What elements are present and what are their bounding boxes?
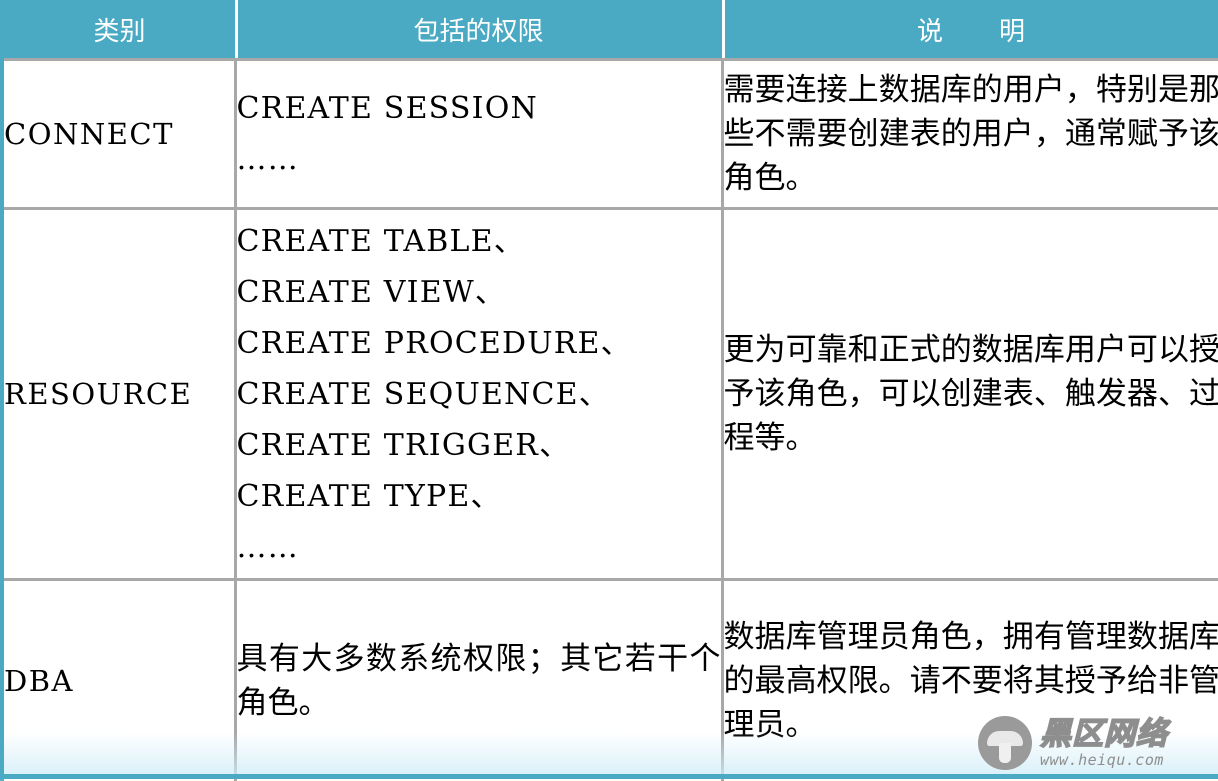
column-header-description-right: 明: [999, 17, 1025, 47]
header-row: 类别 包括的权限 说明: [2, 0, 1218, 60]
role-name-dba: DBA: [4, 664, 74, 698]
cell-description-connect: 需要连接上数据库的用户，特别是那些不需要创建表的用户，通常赋予该角色。: [722, 60, 1218, 209]
cell-category-dba: DBA: [2, 580, 235, 781]
list-item: ……: [237, 522, 721, 573]
cell-privileges-resource: CREATE TABLE、 CREATE VIEW、 CREATE PROCED…: [235, 209, 722, 580]
list-item: CREATE SEQUENCE、: [237, 369, 721, 420]
cell-privileges-dba: 具有大多数系统权限；其它若干个角色。: [235, 580, 722, 781]
table-row: RESOURCE CREATE TABLE、 CREATE VIEW、 CREA…: [2, 209, 1218, 580]
list-item: CREATE VIEW、: [237, 267, 721, 318]
table-row: DBA 具有大多数系统权限；其它若干个角色。 数据库管理员角色，拥有管理数据库的…: [2, 580, 1218, 781]
table-bottom-accent-rule: [0, 774, 1218, 779]
table-header: 类别 包括的权限 说明: [2, 0, 1218, 60]
role-description-resource: 更为可靠和正式的数据库用户可以授予该角色，可以创建表、触发器、过程等。: [724, 328, 1218, 460]
column-header-description-left: 说: [917, 17, 943, 47]
page-root: 类别 包括的权限 说明 CONNECT CREATE SESSION …… 需要…: [0, 0, 1218, 779]
column-header-category: 类别: [2, 0, 235, 60]
list-item: CREATE TRIGGER、: [237, 420, 721, 471]
column-header-description: 说明: [722, 0, 1218, 60]
cell-category-resource: RESOURCE: [2, 209, 235, 580]
list-item: CREATE TABLE、: [237, 216, 721, 267]
list-item: CREATE TYPE、: [237, 471, 721, 522]
role-name-resource: RESOURCE: [4, 377, 192, 411]
privilege-list-resource: CREATE TABLE、 CREATE VIEW、 CREATE PROCED…: [237, 216, 721, 573]
cell-description-resource: 更为可靠和正式的数据库用户可以授予该角色，可以创建表、触发器、过程等。: [722, 209, 1218, 580]
list-item: CREATE SESSION: [237, 83, 721, 134]
role-description-dba: 数据库管理员角色，拥有管理数据库的最高权限。请不要将其授予给非管理员。: [724, 615, 1218, 747]
list-item: ……: [237, 134, 721, 185]
role-description-connect: 需要连接上数据库的用户，特别是那些不需要创建表的用户，通常赋予该角色。: [724, 68, 1218, 200]
role-name-connect: CONNECT: [4, 117, 174, 151]
cell-description-dba: 数据库管理员角色，拥有管理数据库的最高权限。请不要将其授予给非管理员。: [722, 580, 1218, 781]
cell-privileges-connect: CREATE SESSION ……: [235, 60, 722, 209]
table-body: CONNECT CREATE SESSION …… 需要连接上数据库的用户，特别…: [2, 60, 1218, 781]
privilege-list-connect: CREATE SESSION ……: [237, 83, 721, 185]
table-row: CONNECT CREATE SESSION …… 需要连接上数据库的用户，特别…: [2, 60, 1218, 209]
column-header-privileges: 包括的权限: [235, 0, 722, 60]
oracle-roles-table: 类别 包括的权限 说明 CONNECT CREATE SESSION …… 需要…: [0, 0, 1218, 781]
cell-category-connect: CONNECT: [2, 60, 235, 209]
list-item: CREATE PROCEDURE、: [237, 318, 721, 369]
privilege-description-dba: 具有大多数系统权限；其它若干个角色。: [237, 637, 721, 725]
table-left-accent-rule: [0, 0, 4, 779]
